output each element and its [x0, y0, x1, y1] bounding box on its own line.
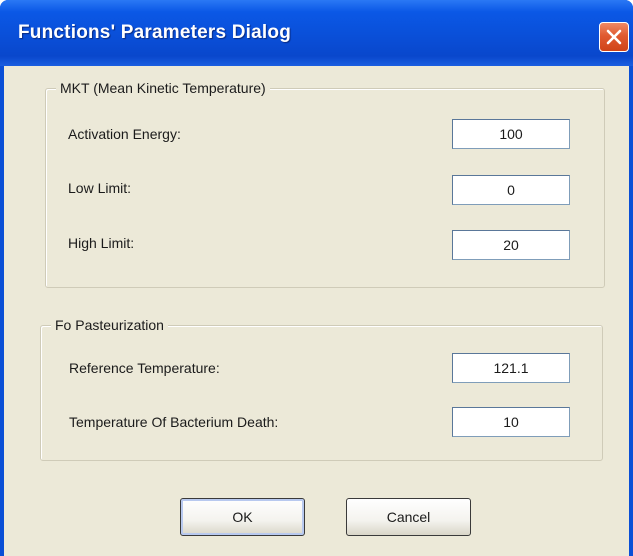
close-icon	[606, 29, 622, 45]
title-bar[interactable]: Functions' Parameters Dialog	[0, 0, 633, 66]
mkt-group-legend: MKT (Mean Kinetic Temperature)	[56, 79, 270, 97]
window-title: Functions' Parameters Dialog	[18, 22, 292, 43]
low-limit-label: Low Limit:	[68, 180, 132, 196]
close-button[interactable]	[599, 22, 629, 52]
bacterium-death-temperature-input[interactable]	[452, 407, 570, 437]
bacterium-death-temperature-label: Temperature Of Bacterium Death:	[69, 414, 279, 430]
dialog-window: Functions' Parameters Dialog MKT (Mean K…	[0, 0, 633, 556]
high-limit-label: High Limit:	[68, 235, 135, 251]
activation-energy-input[interactable]	[452, 119, 570, 149]
fo-pasteurization-legend: Fo Pasteurization	[51, 316, 168, 334]
dialog-body: MKT (Mean Kinetic Temperature) Activatio…	[4, 66, 629, 556]
reference-temperature-label: Reference Temperature:	[69, 360, 220, 376]
cancel-button[interactable]: Cancel	[346, 498, 471, 536]
fo-pasteurization-group: Fo Pasteurization Reference Temperature:…	[40, 316, 603, 461]
reference-temperature-input[interactable]	[452, 353, 570, 383]
activation-energy-label: Activation Energy:	[68, 126, 181, 142]
ok-button[interactable]: OK	[180, 498, 305, 536]
mkt-group: MKT (Mean Kinetic Temperature) Activatio…	[45, 79, 605, 288]
high-limit-input[interactable]	[452, 230, 570, 260]
low-limit-input[interactable]	[452, 175, 570, 205]
